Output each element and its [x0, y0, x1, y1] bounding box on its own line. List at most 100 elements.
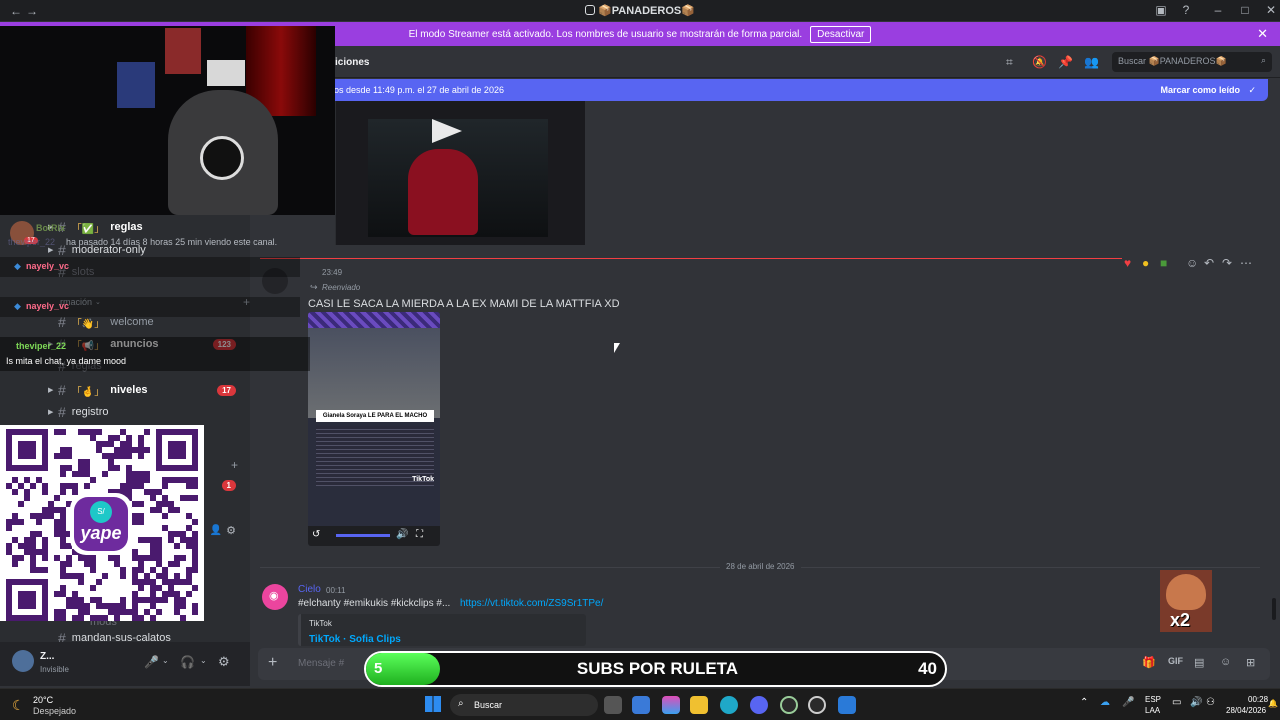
- discord-taskbar-icon[interactable]: [750, 696, 768, 714]
- embed-title[interactable]: TikTok · Sofia Clips: [309, 634, 401, 645]
- qr-module: [174, 555, 180, 561]
- store-icon[interactable]: [632, 696, 650, 714]
- new-messages-bar[interactable]: os desde 11:49 p.m. el 27 de abril de 20…: [250, 79, 1268, 101]
- battery-icon[interactable]: ⚇: [1206, 697, 1215, 708]
- video-controls[interactable]: ↺ 🔊 ⛶: [308, 526, 440, 546]
- gif-icon[interactable]: GIF: [1168, 656, 1183, 666]
- composer-placeholder: Mensaje #: [298, 658, 345, 669]
- fullscreen-icon[interactable]: ⛶: [416, 529, 423, 540]
- message-link[interactable]: https://vt.tiktok.com/ZS9Sr1TPe/: [460, 598, 603, 609]
- reply-icon[interactable]: ↶: [1204, 256, 1214, 270]
- qr-module: [24, 489, 30, 495]
- forward-arrow-icon[interactable]: →: [24, 4, 40, 18]
- file-explorer-icon[interactable]: [690, 696, 708, 714]
- gear-icon[interactable]: ⚙: [218, 654, 230, 670]
- video-thumbnail[interactable]: [335, 101, 585, 245]
- add-attachment-icon[interactable]: +: [268, 654, 277, 672]
- qr-module: [162, 573, 168, 579]
- task-view-icon[interactable]: [604, 696, 622, 714]
- sidebar-item-registro[interactable]: ▶ # registro: [48, 402, 244, 422]
- mic-icon[interactable]: 🎤: [144, 655, 159, 669]
- maximize-icon[interactable]: □: [1232, 3, 1258, 17]
- back-arrow-icon[interactable]: ←: [8, 4, 24, 18]
- forward-icon[interactable]: ↷: [1222, 256, 1232, 270]
- threads-icon[interactable]: ⌗: [1006, 55, 1013, 70]
- chat-username: BotRix: [36, 223, 65, 233]
- video-embed[interactable]: Gianela Soraya LE PARA EL MACHO TikTok ↺…: [308, 312, 440, 546]
- minimize-icon[interactable]: –: [1205, 3, 1231, 17]
- user-panel: Z... Invisible 🎤 ⌄ 🎧 ⌄ ⚙: [0, 642, 250, 686]
- qr-module: [186, 543, 192, 549]
- windows-start-icon[interactable]: [425, 696, 441, 712]
- mark-as-read-button[interactable]: Marcar como leído: [1160, 85, 1240, 95]
- link-embed[interactable]: TikTok TikTok · Sofia Clips: [298, 614, 586, 646]
- hash-icon: #: [58, 382, 66, 398]
- user-add-icon[interactable]: 👤: [210, 525, 222, 536]
- screen-icon[interactable]: ▣: [1148, 3, 1174, 17]
- search-input[interactable]: Buscar 📦PANADEROS📦 ⌕: [1112, 52, 1272, 72]
- edge-icon[interactable]: [720, 696, 738, 714]
- gear-icon[interactable]: ⚙: [226, 524, 236, 537]
- close-banner-icon[interactable]: ✕: [1257, 26, 1268, 42]
- weather-icon[interactable]: ☾: [12, 697, 25, 714]
- gift-icon[interactable]: 🎁: [1142, 656, 1156, 669]
- scrollbar[interactable]: [1272, 598, 1276, 620]
- chat-message: Is mita el chat, ya dame mood: [6, 356, 127, 366]
- mic-tray-icon[interactable]: 🎤: [1122, 697, 1134, 708]
- language-layout[interactable]: LAA: [1145, 706, 1160, 715]
- copilot-icon[interactable]: [662, 696, 680, 714]
- help-icon[interactable]: ?: [1173, 3, 1199, 17]
- chevron-down-icon[interactable]: ⌄: [200, 656, 207, 665]
- user-name: Z...: [40, 651, 55, 662]
- chevron-up-icon[interactable]: ⌃: [1080, 697, 1088, 708]
- add-icon[interactable]: +: [231, 458, 238, 472]
- laugh-reaction-icon[interactable]: ●: [1142, 256, 1149, 270]
- onedrive-icon[interactable]: ☁: [1100, 697, 1110, 708]
- apps-icon[interactable]: ⊞: [1246, 656, 1255, 669]
- app-icon-1[interactable]: [780, 696, 798, 714]
- qr-module: [90, 429, 96, 435]
- heart-reaction-icon[interactable]: ♥: [1124, 256, 1131, 270]
- qr-module: [30, 531, 36, 537]
- qr-module: [120, 429, 126, 435]
- qr-module: [150, 489, 156, 495]
- volume-tray-icon[interactable]: 🔊: [1190, 697, 1202, 708]
- avatar[interactable]: ◉: [262, 584, 288, 610]
- video-progress[interactable]: [336, 534, 390, 537]
- clock-time[interactable]: 00:28: [1248, 695, 1268, 704]
- pin-icon[interactable]: 📌: [1058, 55, 1073, 69]
- qr-module: [60, 447, 66, 453]
- close-window-icon[interactable]: ✕: [1258, 3, 1280, 17]
- date-divider-label: 28 de abril de 2026: [720, 562, 801, 571]
- notifications-icon[interactable]: 🔔: [1268, 699, 1278, 708]
- emoji-icon[interactable]: ☺: [1220, 656, 1231, 668]
- qr-module: [54, 615, 60, 621]
- qr-module: [54, 495, 60, 501]
- replay-icon[interactable]: ↺: [312, 529, 320, 540]
- message-username[interactable]: Cielo: [298, 584, 321, 595]
- language-code[interactable]: ESP: [1145, 695, 1161, 704]
- disable-streamer-button[interactable]: Desactivar: [810, 25, 872, 43]
- headphones-icon[interactable]: 🎧: [180, 655, 195, 669]
- yape-wordmark: yape: [80, 523, 122, 543]
- more-options-icon[interactable]: ⋯: [1240, 256, 1252, 270]
- sidebar-item-niveles[interactable]: ▶ # 「🤞」 niveles 17: [48, 380, 244, 400]
- chevron-down-icon[interactable]: ⌄: [162, 656, 169, 665]
- app-icon-3[interactable]: [838, 696, 856, 714]
- volume-icon[interactable]: 🔊: [396, 529, 408, 540]
- channel-name: registro: [71, 406, 109, 418]
- custom-reaction-icon[interactable]: ■: [1160, 256, 1167, 270]
- app-icon-2[interactable]: [808, 696, 826, 714]
- network-icon[interactable]: ▭: [1172, 697, 1181, 708]
- taskbar-search[interactable]: ⌕ Buscar: [450, 694, 598, 716]
- clock-date[interactable]: 28/04/2026: [1226, 706, 1266, 715]
- qr-module: [102, 573, 108, 579]
- notification-bell-icon[interactable]: 🔕: [1032, 55, 1047, 69]
- qr-module: [144, 555, 150, 561]
- members-icon[interactable]: 👥: [1084, 55, 1099, 69]
- qr-module: [30, 543, 36, 549]
- sticker-icon[interactable]: ▤: [1194, 656, 1204, 669]
- qr-module: [60, 585, 66, 591]
- user-avatar[interactable]: [12, 650, 34, 672]
- add-reaction-icon[interactable]: ☺: [1186, 256, 1198, 270]
